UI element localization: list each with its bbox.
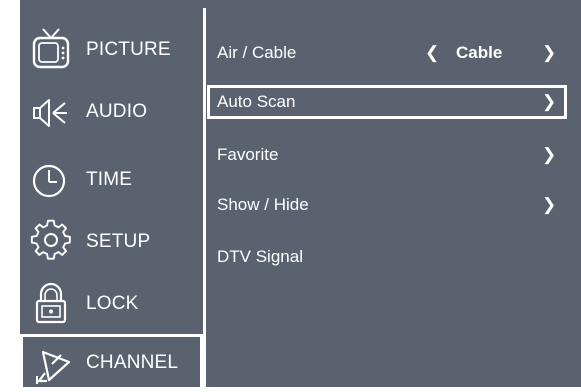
- air-cable-value: Cable: [456, 43, 503, 62]
- gear-icon: [29, 219, 75, 265]
- sidebar-item-label: AUDIO: [86, 101, 148, 122]
- clock-icon: [29, 157, 75, 203]
- chevron-right-icon[interactable]: ❯: [542, 36, 556, 70]
- menu-item-show-hide[interactable]: Show / Hide ❯: [207, 188, 567, 222]
- sidebar-item-channel[interactable]: CHANNEL: [20, 334, 203, 392]
- sidebar-item-time[interactable]: TIME: [20, 151, 203, 209]
- menu-item-label: Auto Scan: [217, 92, 296, 111]
- menu-item-air-cable[interactable]: Air / Cable ❮ Cable ❯: [207, 36, 567, 70]
- divider: [203, 8, 206, 387]
- menu-item-label: Air / Cable: [217, 43, 297, 62]
- menu-item-dtv-signal[interactable]: DTV Signal: [207, 240, 567, 274]
- chevron-right-icon: ❯: [542, 92, 557, 111]
- chevron-left-icon[interactable]: ❮: [425, 36, 439, 70]
- sidebar-item-label: CHANNEL: [86, 352, 179, 373]
- sidebar-item-label: LOCK: [86, 293, 139, 314]
- menu-item-label: Favorite: [217, 145, 279, 164]
- lock-icon: [29, 281, 75, 327]
- sidebar-item-label: TIME: [86, 169, 133, 190]
- sidebar-item-label: SETUP: [86, 231, 151, 252]
- menu-item-label: Show / Hide: [217, 195, 309, 214]
- sidebar-item-lock[interactable]: LOCK: [20, 275, 203, 333]
- speaker-icon: [29, 89, 75, 135]
- tv-icon: [29, 27, 75, 73]
- sidebar-item-setup[interactable]: SETUP: [20, 213, 203, 271]
- menu-item-auto-scan[interactable]: Auto Scan ❯: [207, 85, 567, 119]
- satellite-dish-icon: [29, 340, 75, 386]
- tv-menu-screen: PICTURE AUDIO TIME SETUP LOCK CHANNEL Ai…: [20, 0, 581, 392]
- menu-item-label: DTV Signal: [217, 247, 303, 266]
- sidebar-item-audio[interactable]: AUDIO: [20, 83, 203, 141]
- sidebar-item-picture[interactable]: PICTURE: [20, 21, 203, 79]
- menu-item-favorite[interactable]: Favorite ❯: [207, 138, 567, 172]
- sidebar-item-label: PICTURE: [86, 39, 171, 60]
- chevron-right-icon: ❯: [542, 195, 557, 214]
- chevron-right-icon: ❯: [542, 145, 557, 164]
